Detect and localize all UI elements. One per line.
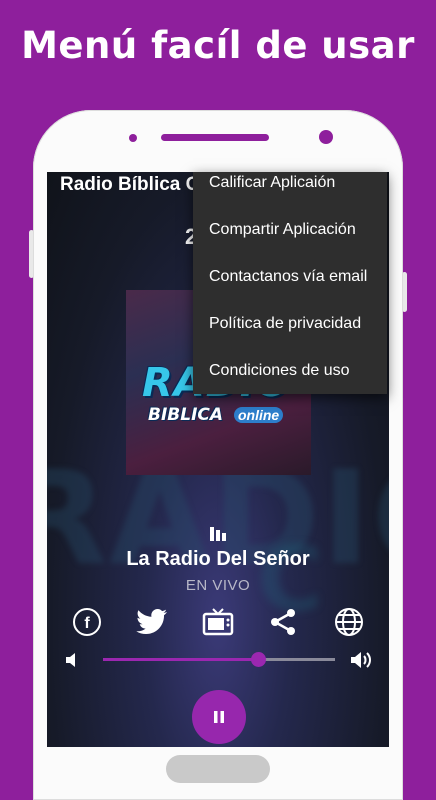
menu-item-share-app[interactable]: Compartir Aplicación [193,207,387,253]
overflow-menu: Calificar Aplicaión Compartir Aplicación… [193,172,387,394]
front-camera [319,130,333,144]
menu-item-terms-of-use[interactable]: Condiciones de uso [193,348,387,394]
facebook-icon[interactable]: f [69,604,105,640]
station-title: La Radio Del Señor [126,548,310,570]
tv-icon[interactable] [200,604,236,640]
volume-control [47,647,389,673]
live-status: EN VIVO [185,577,251,594]
equalizer-icon [210,527,226,541]
proximity-sensor [129,134,137,142]
share-icon[interactable] [265,604,301,640]
menu-item-contact-email[interactable]: Contactanos vía email [193,254,387,300]
menu-item-rate-app[interactable]: Calificar Aplicaión [193,160,387,206]
globe-icon[interactable] [331,604,367,640]
svg-text:f: f [84,615,90,632]
volume-slider[interactable] [103,652,335,667]
volume-slider-thumb[interactable] [251,652,267,667]
volume-slider-fill [103,658,259,661]
home-button[interactable] [166,755,270,783]
twitter-icon[interactable] [134,604,170,640]
volume-mute-icon[interactable] [65,651,79,669]
menu-item-privacy-policy[interactable]: Política de privacidad [193,301,387,347]
volume-up-icon[interactable] [350,650,374,670]
pause-icon [214,711,224,723]
cover-logo-online: online [234,407,284,423]
cover-logo-biblica: BIBLICA [148,405,224,425]
pause-button[interactable] [192,690,246,744]
social-bar: f [47,604,389,644]
promo-headline: Menú facíl de usar [21,24,415,67]
phone-speaker [161,134,269,141]
